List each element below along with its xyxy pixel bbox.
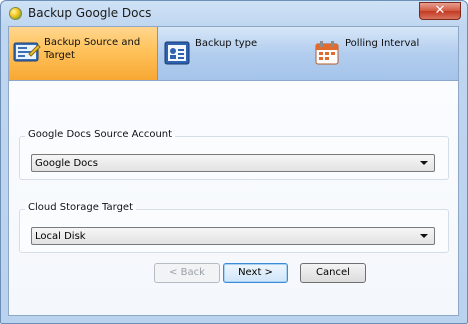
tab-backup-type[interactable]: Backup type [159,27,307,80]
cancel-button[interactable]: Cancel [300,263,366,283]
title-bar[interactable]: Backup Google Docs ✕ [1,1,467,25]
storage-target-value: Local Disk [35,231,86,242]
window-title: Backup Google Docs [28,6,152,20]
chevron-down-icon [420,161,428,165]
source-account-group: Google Docs Source Account Google Docs [19,129,449,180]
storage-target-legend: Cloud Storage Target [25,202,136,213]
next-button[interactable]: Next > [223,263,288,283]
wizard-tab-bar: Backup Source and Target Backup type Pol… [9,27,458,81]
app-icon [9,7,22,20]
tab-source-and-target[interactable]: Backup Source and Target [9,27,158,80]
close-button[interactable]: ✕ [419,2,461,20]
tab-source-and-target-label: Backup Source and Target [44,37,141,61]
chevron-down-icon [420,234,428,238]
back-button[interactable]: < Back [154,263,220,283]
source-account-value: Google Docs [35,158,98,169]
dialog-window: Backup Google Docs ✕ Backup Source and T… [0,0,468,324]
tab-polling-interval-label: Polling Interval [345,38,420,49]
tab-backup-type-label: Backup type [195,38,258,49]
source-target-icon [13,42,41,62]
tab-polling-interval[interactable]: Polling Interval [309,27,458,80]
source-account-dropdown[interactable]: Google Docs [31,154,435,172]
close-icon: ✕ [434,3,446,18]
backup-type-icon [164,41,190,65]
storage-target-group: Cloud Storage Target Local Disk [19,202,449,253]
storage-target-dropdown[interactable]: Local Disk [31,227,435,245]
source-account-legend: Google Docs Source Account [25,129,176,140]
calendar-icon [315,41,339,65]
